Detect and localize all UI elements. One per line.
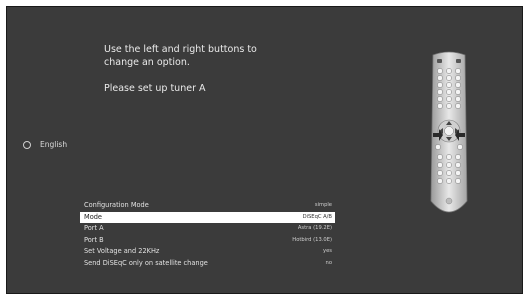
- config-label: Port A: [84, 224, 104, 232]
- config-row-voltage-22khz[interactable]: Set Voltage and 22KHz yes: [80, 246, 335, 258]
- config-label: Send DiSEqC only on satellite change: [84, 258, 208, 267]
- config-value: DiSEqC A/B: [302, 213, 332, 220]
- language-label: English: [40, 140, 68, 149]
- instructions-panel: Use the left and right buttons to change…: [104, 43, 304, 95]
- config-label: Port B: [84, 235, 104, 244]
- instruction-line-1: Use the left and right buttons to: [104, 44, 257, 55]
- config-value: yes: [323, 248, 332, 254]
- configuration-list: Configuration Mode simple Mode DiSEqC A/…: [80, 200, 335, 269]
- tuner-setup-title: Please set up tuner A: [104, 83, 206, 94]
- radio-button-icon[interactable]: [23, 140, 31, 149]
- config-row-configuration-mode[interactable]: Configuration Mode simple: [80, 200, 335, 212]
- config-row-port-b[interactable]: Port B Hotbird (13.0E): [80, 235, 335, 247]
- config-label: Set Voltage and 22KHz: [84, 247, 160, 255]
- config-row-port-a[interactable]: Port A Astra (19.2E): [80, 223, 335, 235]
- config-value: Astra (19.2E): [297, 225, 332, 231]
- config-row-mode[interactable]: Mode DiSEqC A/B: [80, 211, 335, 223]
- instruction-spacer: [104, 69, 304, 82]
- instruction-line-2: change an option.: [104, 57, 190, 68]
- remote-control-icon: [430, 51, 468, 213]
- config-label: Configuration Mode: [84, 201, 149, 209]
- remote-control-icon: [427, 51, 471, 221]
- config-value: Hotbird (13.0E): [292, 236, 332, 243]
- tv-screen: Use the left and right buttons to change…: [6, 6, 523, 294]
- config-row-send-diseqc[interactable]: Send DiSEqC only on satellite change no: [80, 258, 335, 270]
- language-option[interactable]: English: [23, 140, 67, 149]
- config-value: simple: [314, 202, 332, 208]
- config-label: Mode: [84, 212, 102, 221]
- config-value: no: [325, 259, 332, 266]
